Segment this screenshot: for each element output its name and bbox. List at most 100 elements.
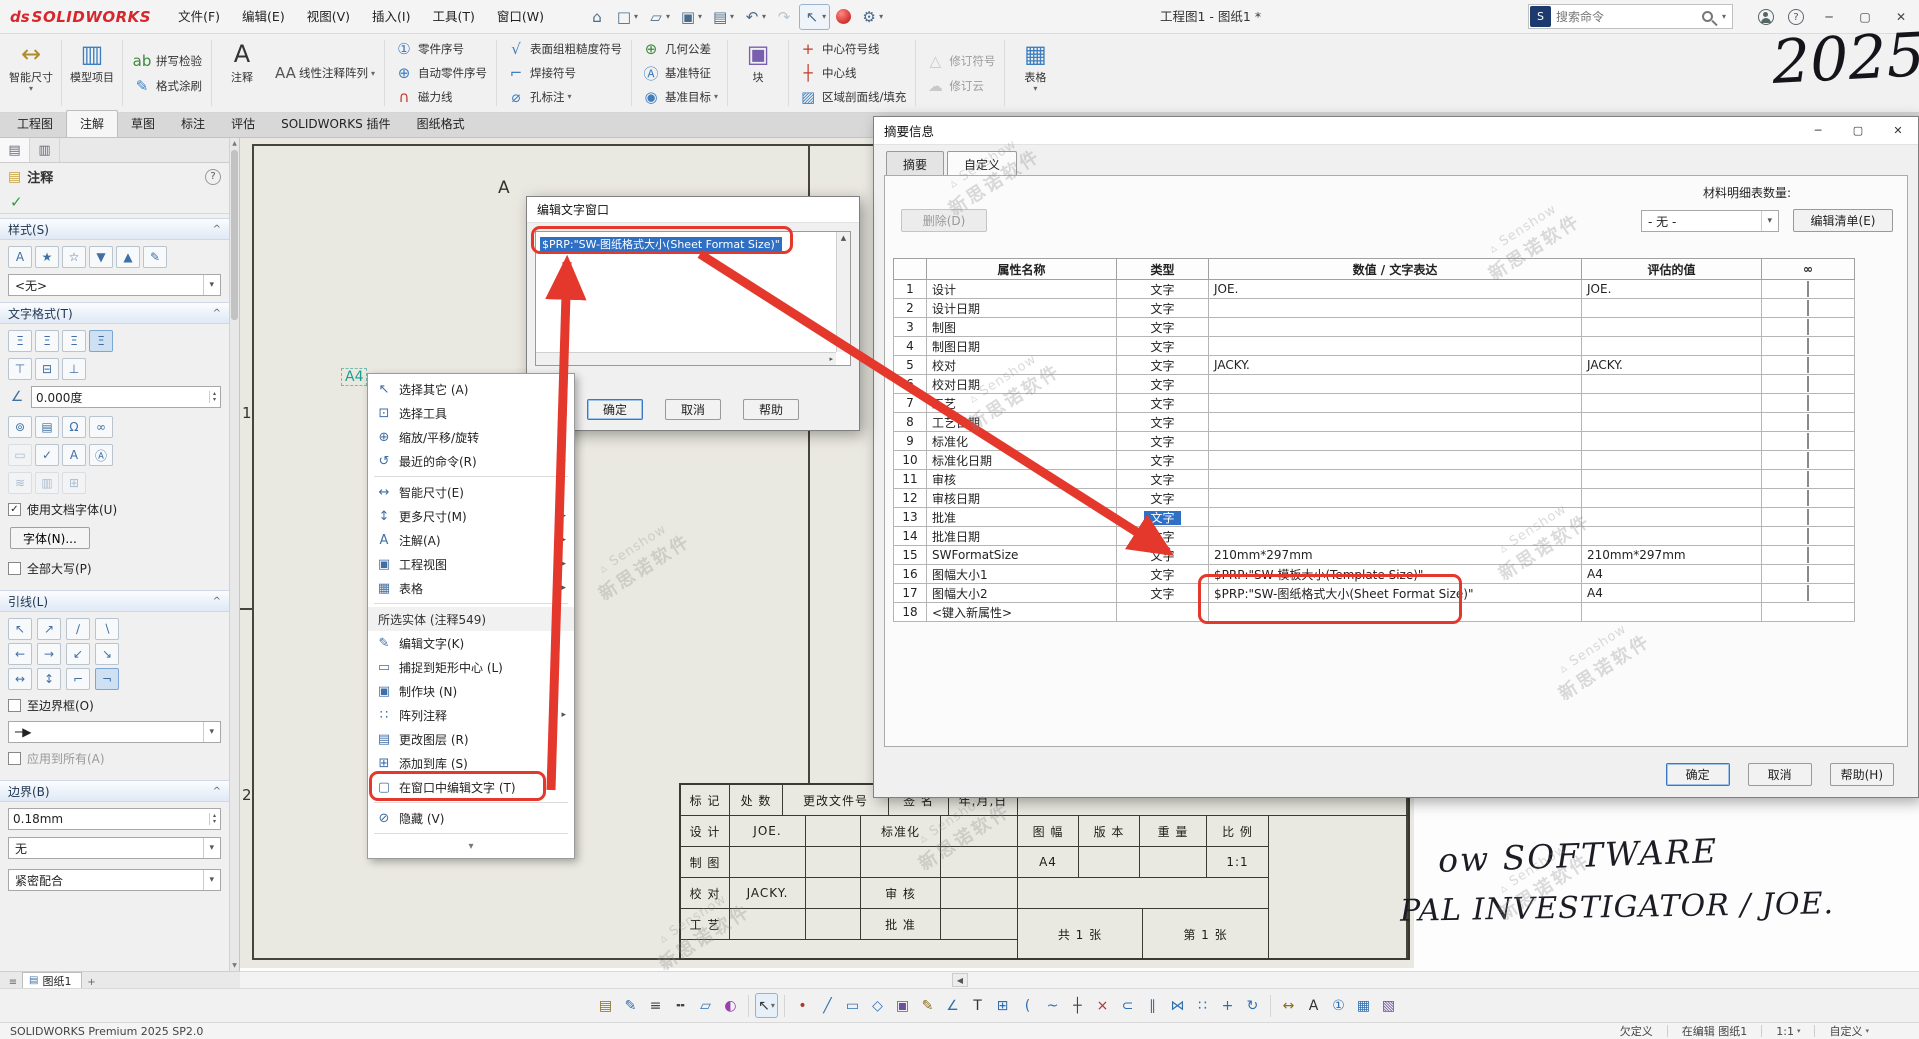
- link-checkbox[interactable]: [1807, 376, 1809, 392]
- status-item[interactable]: 自定义▾: [1829, 1023, 1869, 1039]
- commandmanager-tab[interactable]: 评估: [218, 111, 268, 137]
- property-type-cell[interactable]: 文字: [1117, 337, 1209, 356]
- insert-symbol-icon[interactable]: Ω: [62, 416, 86, 438]
- link-cell[interactable]: [1762, 318, 1855, 337]
- link-cell[interactable]: [1762, 527, 1855, 546]
- link-checkbox[interactable]: [1807, 471, 1809, 487]
- property-type-cell[interactable]: 文字: [1117, 546, 1209, 565]
- menu-item-select-tool[interactable]: ⊡选择工具▸: [368, 401, 574, 425]
- area-hatch-button[interactable]: ▨区域剖面线/填充: [793, 85, 911, 108]
- multi-leader-icon[interactable]: ∖: [95, 618, 119, 640]
- menubar-menu[interactable]: 插入(I): [361, 0, 421, 33]
- status-item[interactable]: 1:1▾: [1776, 1025, 1800, 1038]
- link-checkbox[interactable]: [1807, 566, 1809, 582]
- link-cell[interactable]: [1762, 299, 1855, 318]
- property-type-cell[interactable]: 文字: [1117, 508, 1209, 527]
- line-thickness-icon[interactable]: ≡: [644, 993, 667, 1018]
- property-type-cell[interactable]: 文字: [1117, 356, 1209, 375]
- user-account-icon[interactable]: [1751, 9, 1781, 25]
- leader-right-icon[interactable]: →: [37, 643, 61, 665]
- dialog-close-button[interactable]: ✕: [1878, 117, 1918, 144]
- window-maximize-button[interactable]: ▢: [1847, 1, 1883, 34]
- dropdown-arrow-icon[interactable]: ▾: [822, 12, 826, 21]
- save-icon[interactable]: ▣▾: [676, 4, 705, 30]
- no-fill-icon[interactable]: ▭: [8, 444, 32, 466]
- sketch-angle-icon[interactable]: ∠: [941, 993, 964, 1018]
- menu-expander-icon[interactable]: ▾: [368, 837, 574, 855]
- link-cell[interactable]: [1762, 280, 1855, 299]
- smart-dimension-icon[interactable]: ↔: [1277, 993, 1300, 1018]
- bom-quantity-select[interactable]: - 无 - ▾: [1641, 210, 1779, 232]
- menubar-menu[interactable]: 窗口(W): [486, 0, 555, 33]
- balloon-button[interactable]: ①零件序号: [389, 38, 492, 61]
- row-number-cell[interactable]: 2: [894, 299, 927, 318]
- property-type-cell[interactable]: 文字: [1117, 375, 1209, 394]
- revision-cloud-button[interactable]: ☁修订云: [920, 74, 1000, 98]
- property-expression-cell[interactable]: [1209, 527, 1582, 546]
- link-cell[interactable]: [1762, 432, 1855, 451]
- rotate-entities-icon[interactable]: ↻: [1241, 993, 1264, 1018]
- link-cell[interactable]: [1762, 584, 1855, 603]
- tables-button[interactable]: ▦表格▾: [1008, 36, 1062, 110]
- align-right-icon[interactable]: Ξ: [62, 330, 86, 352]
- add-style-icon[interactable]: ★: [35, 246, 59, 268]
- row-number-cell[interactable]: 9: [894, 432, 927, 451]
- section-border-header[interactable]: 边界(B) ^: [0, 780, 229, 802]
- cancel-button[interactable]: 取消: [665, 399, 721, 420]
- new-document-icon[interactable]: □▾: [612, 4, 641, 30]
- no-leader-icon[interactable]: ∕: [66, 618, 90, 640]
- row-number-cell[interactable]: 17: [894, 584, 927, 603]
- menu-item-select-other[interactable]: ↖选择其它 (A): [368, 377, 574, 401]
- redo-icon[interactable]: ↷: [772, 4, 796, 30]
- row-number-cell[interactable]: 1: [894, 280, 927, 299]
- link-cell[interactable]: [1762, 375, 1855, 394]
- dropdown-arrow-icon[interactable]: ▾: [29, 84, 33, 94]
- delete-button[interactable]: 删除(D): [901, 209, 987, 232]
- panel-scrollbar[interactable]: ▲ ▼: [229, 138, 239, 971]
- row-number-cell[interactable]: 6: [894, 375, 927, 394]
- link-checkbox[interactable]: [1807, 395, 1809, 411]
- menu-item-more-dimensions[interactable]: ↕更多尺寸(M)▸: [368, 504, 574, 528]
- trim-entities-icon[interactable]: ×: [1091, 993, 1114, 1018]
- select-icon[interactable]: ↖▾: [799, 4, 830, 30]
- link-checkbox[interactable]: [1807, 300, 1809, 316]
- menu-item-recent-commands[interactable]: ↺最近的命令(R)▸: [368, 449, 574, 473]
- spinner-icon[interactable]: ▴▾: [209, 813, 216, 825]
- property-name-cell[interactable]: 标准化: [927, 432, 1117, 451]
- search-input[interactable]: [1552, 10, 1702, 24]
- move-entities-icon[interactable]: +: [1216, 993, 1239, 1018]
- property-name-cell[interactable]: 工艺: [927, 394, 1117, 413]
- nearest-leader-icon[interactable]: ¬: [95, 668, 119, 690]
- row-number-cell[interactable]: 10: [894, 451, 927, 470]
- property-type-cell[interactable]: 文字: [1117, 451, 1209, 470]
- straight-leader-icon[interactable]: ↘: [95, 643, 119, 665]
- row-number-cell[interactable]: 4: [894, 337, 927, 356]
- property-type-cell[interactable]: 文字: [1117, 470, 1209, 489]
- property-name-cell[interactable]: SWFormatSize: [927, 546, 1117, 565]
- weld-symbol-button[interactable]: ⌐焊接符号: [501, 62, 627, 85]
- evaluated-value-cell[interactable]: JOE.: [1582, 280, 1762, 299]
- commandmanager-tab[interactable]: 工程图: [4, 111, 66, 137]
- section-text-format-header[interactable]: 文字格式(T) ^: [0, 302, 229, 324]
- view-palette-icon[interactable]: ▧: [1377, 993, 1400, 1018]
- row-number-cell[interactable]: 18: [894, 603, 927, 622]
- property-type-cell[interactable]: 文字: [1117, 527, 1209, 546]
- row-number-cell[interactable]: 15: [894, 546, 927, 565]
- color-display-mode-icon[interactable]: ◐: [719, 993, 742, 1018]
- ok-button[interactable]: 确定: [587, 399, 643, 420]
- align-bottom-icon[interactable]: ⊥: [62, 358, 86, 380]
- link-checkbox[interactable]: [1807, 319, 1809, 335]
- linear-pattern-icon[interactable]: ∷: [1191, 993, 1214, 1018]
- sketch-arc-icon[interactable]: (: [1016, 993, 1039, 1018]
- property-expression-cell[interactable]: [1209, 394, 1582, 413]
- selected-text[interactable]: $PRP:"SW-图纸格式大小(Sheet Format Size)": [540, 237, 782, 252]
- note-icon[interactable]: A: [1302, 993, 1325, 1018]
- row-number-cell[interactable]: 14: [894, 527, 927, 546]
- link-checkbox[interactable]: [1807, 452, 1809, 468]
- evaluated-value-cell[interactable]: [1582, 527, 1762, 546]
- commandmanager-tab[interactable]: SOLIDWORKS 插件: [268, 111, 403, 137]
- sketch-point-icon[interactable]: •: [791, 993, 814, 1018]
- menu-item-drawing-views[interactable]: ▣工程视图▸: [368, 552, 574, 576]
- row-number-cell[interactable]: 7: [894, 394, 927, 413]
- commandmanager-tab[interactable]: 图纸格式: [404, 111, 478, 137]
